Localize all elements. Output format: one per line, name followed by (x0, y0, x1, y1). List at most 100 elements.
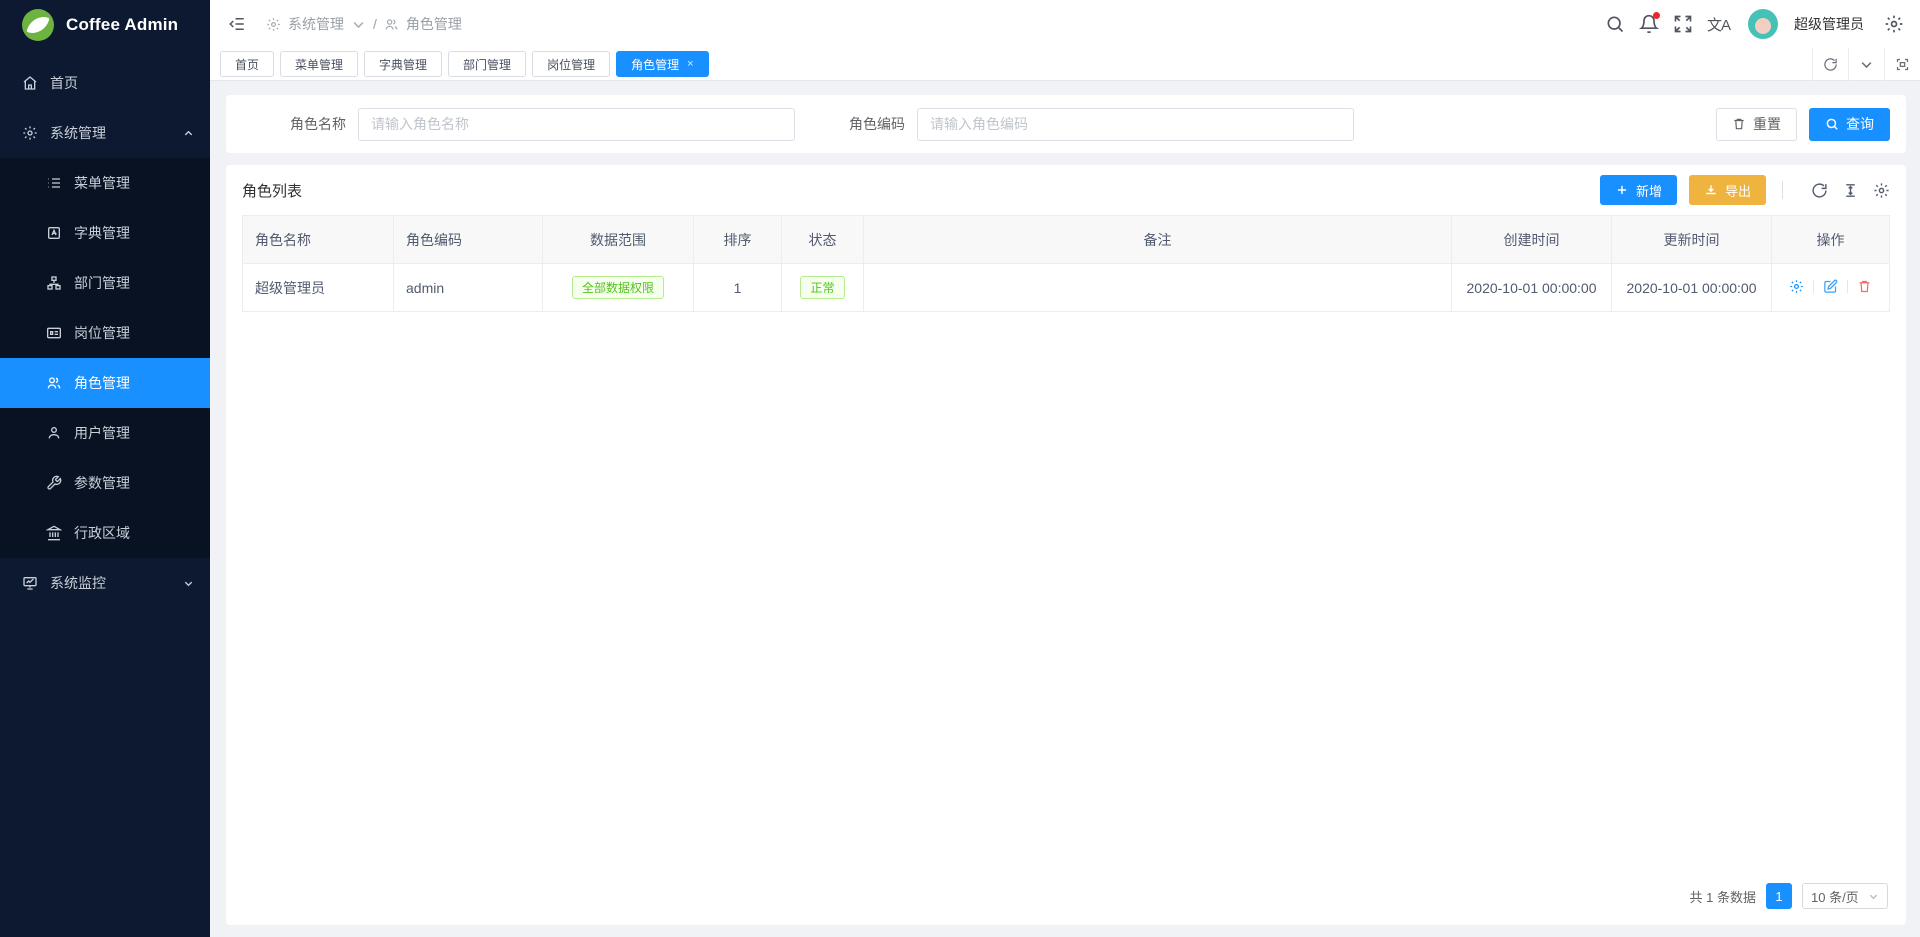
tab-dict-mgmt[interactable]: 字典管理 (364, 51, 442, 77)
top-header: 系统管理 / 角色管理 文A 超级管理员 (210, 0, 1920, 48)
post-icon (46, 325, 62, 341)
col-remark: 备注 (864, 216, 1452, 264)
query-button[interactable]: 查询 (1809, 108, 1890, 141)
cell-remark (864, 264, 1452, 312)
sidebar-item-label: 参数管理 (74, 473, 130, 493)
sidebar-item-home[interactable]: 首页 (0, 58, 210, 108)
reset-button[interactable]: 重置 (1716, 108, 1797, 141)
row-delete-icon[interactable] (1857, 279, 1872, 294)
sidebar-item-role-mgmt[interactable]: 角色管理 (0, 358, 210, 408)
sidebar: Coffee Admin 首页 系统管理 菜单管理 字典管理 部门管理 (0, 0, 210, 937)
table-header-row: 角色名称 角色编码 数据范围 排序 状态 备注 创建时间 更新时间 操作 (243, 216, 1890, 264)
row-height-icon[interactable] (1842, 182, 1859, 199)
tab-home[interactable]: 首页 (220, 51, 274, 77)
sidebar-group-label: 系统监控 (50, 573, 106, 593)
tab-menu-mgmt[interactable]: 菜单管理 (280, 51, 358, 77)
col-updated-at: 更新时间 (1612, 216, 1772, 264)
row-edit-icon[interactable] (1823, 279, 1838, 294)
role-icon (384, 17, 399, 32)
role-name-input[interactable] (358, 108, 795, 141)
col-created-at: 创建时间 (1452, 216, 1612, 264)
col-data-scope: 数据范围 (543, 216, 694, 264)
download-icon (1704, 183, 1718, 197)
fullscreen-icon[interactable] (1673, 14, 1693, 34)
tab-post-mgmt[interactable]: 岗位管理 (532, 51, 610, 77)
pagination: 共 1 条数据 1 10 条/页 (242, 869, 1890, 925)
tab-close-icon[interactable]: × (687, 58, 693, 70)
page-size-select[interactable]: 10 条/页 (1802, 883, 1888, 909)
role-icon (46, 375, 62, 391)
export-button[interactable]: 导出 (1689, 175, 1766, 205)
monitor-icon (22, 575, 38, 591)
username[interactable]: 超级管理员 (1794, 14, 1864, 34)
gear-icon (22, 125, 38, 141)
tab-maximize-button[interactable] (1884, 48, 1920, 81)
pagination-total: 共 1 条数据 (1690, 887, 1756, 906)
table-row: 超级管理员 admin 全部数据权限 1 正常 2020-10-01 00:00… (243, 264, 1890, 312)
app-title: Coffee Admin (66, 15, 178, 35)
avatar[interactable] (1748, 9, 1778, 39)
refresh-icon[interactable] (1811, 182, 1828, 199)
translate-icon[interactable]: 文A (1707, 14, 1730, 35)
sidebar-group-system[interactable]: 系统管理 (0, 108, 210, 158)
sidebar-collapse-icon[interactable] (228, 15, 246, 33)
card-title: 角色列表 (242, 180, 302, 201)
tab-bar: 首页 菜单管理 字典管理 部门管理 岗位管理 角色管理 × (210, 48, 1920, 81)
toolbar-divider (1782, 181, 1783, 199)
refresh-icon (1823, 57, 1838, 72)
chevron-down-icon (1868, 891, 1879, 902)
col-role-code: 角色编码 (394, 216, 543, 264)
department-icon (46, 275, 62, 291)
sidebar-item-region[interactable]: 行政区域 (0, 508, 210, 558)
app-logo[interactable]: Coffee Admin (0, 0, 210, 50)
role-code-input[interactable] (917, 108, 1354, 141)
cell-sort: 1 (694, 264, 782, 312)
tab-dept-mgmt[interactable]: 部门管理 (448, 51, 526, 77)
sidebar-item-dict-mgmt[interactable]: 字典管理 (0, 208, 210, 258)
sidebar-item-user-mgmt[interactable]: 用户管理 (0, 408, 210, 458)
wrench-icon (46, 475, 62, 491)
dictionary-icon (46, 225, 62, 241)
column-settings-gear-icon[interactable] (1873, 182, 1890, 199)
col-actions: 操作 (1772, 216, 1890, 264)
search-icon[interactable] (1605, 14, 1625, 34)
action-divider (1813, 280, 1814, 293)
cell-role-name: 超级管理员 (243, 264, 394, 312)
chevron-down-icon (351, 17, 366, 32)
sidebar-item-dept-mgmt[interactable]: 部门管理 (0, 258, 210, 308)
menu-list-icon (46, 175, 62, 191)
notification-bell-icon[interactable] (1639, 14, 1659, 34)
row-permission-gear-icon[interactable] (1789, 279, 1804, 294)
tab-refresh-button[interactable] (1812, 48, 1848, 81)
gear-icon (266, 17, 281, 32)
sidebar-item-label: 岗位管理 (74, 323, 130, 343)
tab-role-mgmt[interactable]: 角色管理 × (616, 51, 708, 77)
clear-icon (1732, 117, 1746, 131)
role-code-label: 角色编码 (849, 114, 905, 134)
plus-icon (1615, 183, 1629, 197)
cell-updated-at: 2020-10-01 00:00:00 (1612, 264, 1772, 312)
sidebar-group-monitor[interactable]: 系统监控 (0, 558, 210, 608)
maximize-icon (1895, 57, 1910, 72)
tab-options-button[interactable] (1848, 48, 1884, 81)
sidebar-item-post-mgmt[interactable]: 岗位管理 (0, 308, 210, 358)
col-sort: 排序 (694, 216, 782, 264)
user-icon (46, 425, 62, 441)
cell-created-at: 2020-10-01 00:00:00 (1452, 264, 1612, 312)
sidebar-item-param-mgmt[interactable]: 参数管理 (0, 458, 210, 508)
breadcrumb-level1[interactable]: 系统管理 (288, 14, 344, 34)
sidebar-item-label: 字典管理 (74, 223, 130, 243)
role-code-field: 角色编码 (849, 108, 1354, 141)
search-form-card: 角色名称 角色编码 重置 查询 (226, 95, 1906, 153)
page-number-button[interactable]: 1 (1766, 883, 1792, 909)
chevron-up-icon (183, 128, 194, 139)
col-role-name: 角色名称 (243, 216, 394, 264)
sidebar-item-menu-mgmt[interactable]: 菜单管理 (0, 158, 210, 208)
breadcrumb-level2: 角色管理 (406, 14, 462, 34)
settings-gear-icon[interactable] (1884, 14, 1904, 34)
data-scope-tag: 全部数据权限 (572, 276, 664, 299)
action-divider (1847, 280, 1848, 293)
sidebar-item-label: 菜单管理 (74, 173, 130, 193)
add-button[interactable]: 新增 (1600, 175, 1677, 205)
home-icon (22, 75, 38, 91)
